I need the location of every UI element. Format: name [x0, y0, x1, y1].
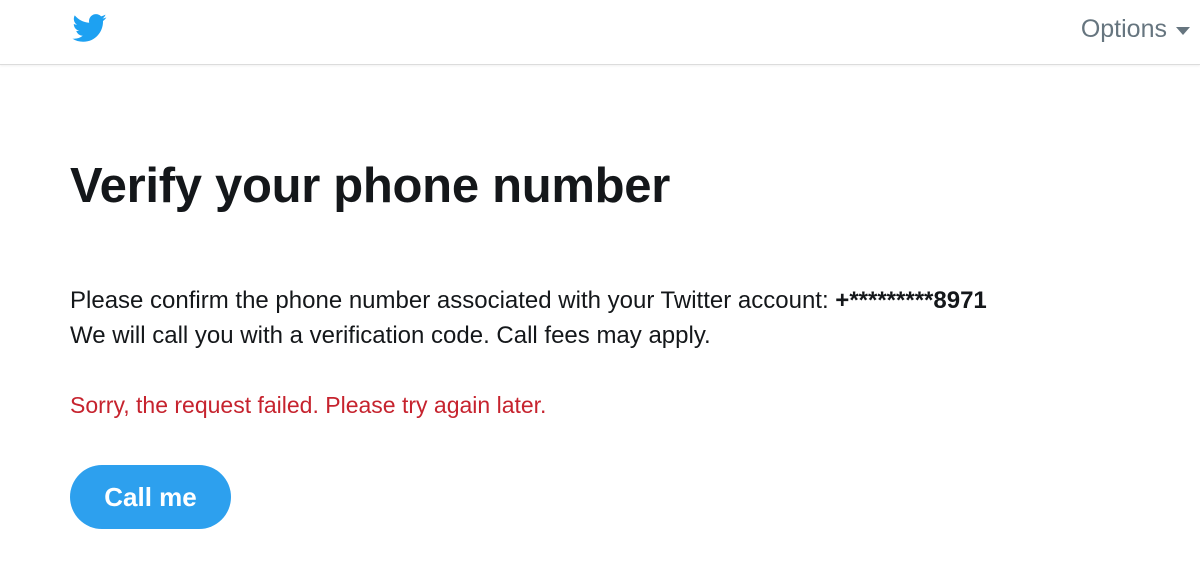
- confirm-phone-text: Please confirm the phone number associat…: [70, 287, 836, 314]
- confirm-phone-line: Please confirm the phone number associat…: [70, 283, 1170, 318]
- twitter-bird-icon[interactable]: [66, 10, 112, 46]
- call-me-button[interactable]: Call me: [70, 465, 231, 529]
- call-fee-notice: We will call you with a verification cod…: [70, 322, 711, 349]
- masked-phone-number: +*********8971: [835, 287, 987, 314]
- error-message: Sorry, the request failed. Please try ag…: [70, 392, 547, 418]
- options-dropdown[interactable]: Options: [1081, 12, 1190, 46]
- verification-instructions: Please confirm the phone number associat…: [70, 283, 1170, 353]
- page-title: Verify your phone number: [70, 159, 670, 213]
- verify-phone-panel: Verify your phone number Please confirm …: [70, 150, 1170, 529]
- top-navigation-bar: Options: [0, 0, 1200, 65]
- options-label: Options: [1080, 14, 1167, 43]
- chevron-down-icon: [1176, 26, 1190, 35]
